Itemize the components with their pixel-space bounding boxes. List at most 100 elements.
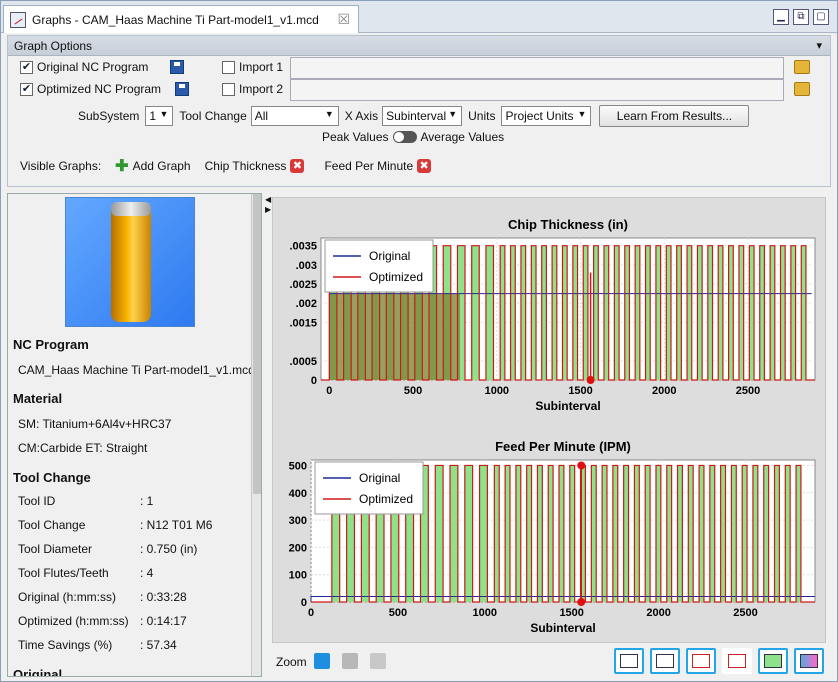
info-value: : 1 (140, 494, 154, 508)
optimized-fill-band (583, 245, 588, 380)
zoom-out-icon[interactable] (342, 653, 358, 669)
optimized-fill-band (591, 465, 597, 602)
collapse-left-icon[interactable]: ◀ (265, 195, 271, 204)
window-controls: ▁ ⧉ ▢ (773, 9, 829, 25)
add-graph-button[interactable]: Add Graph (133, 159, 191, 173)
info-key: Time Savings (%) (18, 638, 113, 652)
chevron-down-icon: ▼ (324, 109, 334, 119)
save-original-icon[interactable] (170, 60, 185, 74)
scrollbar-thumb[interactable] (253, 194, 261, 494)
xaxis-value: Subinterval (386, 109, 447, 123)
optimized-fill-band (645, 245, 651, 380)
optimized-fill-band (709, 465, 715, 602)
chevron-down-icon: ▼ (159, 109, 169, 119)
tool-info-panel: NC Program CAM_Haas Machine Ti Part-mode… (7, 193, 262, 677)
y-tick-label: 400 (289, 488, 307, 500)
y-tick-label: 0 (311, 375, 317, 387)
x-tick-label: 2000 (646, 607, 670, 619)
info-value: : 0:33:28 (140, 590, 187, 604)
import1-path-field[interactable] (290, 57, 784, 79)
graph-toolbar: Zoom (272, 645, 826, 679)
line-view-icon (728, 654, 746, 668)
legend-label: Original (369, 249, 410, 263)
legend-label: Optimized (359, 492, 413, 506)
optimized-fill-band (634, 465, 640, 602)
feed-per-minute-chart: Feed Per Minute (IPM) 0 100 200 300 400 500 0 50… (289, 439, 816, 635)
import1-checkbox[interactable] (222, 60, 235, 74)
optimized-fill-band (655, 465, 661, 602)
original-heading: Original (13, 667, 63, 677)
optimized-checkbox[interactable]: ✔ (20, 82, 33, 96)
x-tick-label: 0 (308, 607, 314, 619)
optimized-fill-band (531, 245, 537, 380)
optimized-fill-band (526, 465, 532, 602)
optimized-fill-band (785, 465, 791, 602)
visible-graph-feed-per-minute: Feed Per Minute (324, 159, 414, 173)
xaxis-select[interactable]: Subinterval ▼ (382, 106, 463, 126)
graph-options-header[interactable]: Graph Options ▾ (8, 36, 830, 56)
tool-image (65, 197, 195, 327)
chart-title: Chip Thickness (in) (508, 217, 628, 232)
optimized-fill-band (552, 245, 557, 380)
restore-icon[interactable]: ⧉ (793, 9, 809, 25)
y-tick-label: 0 (301, 597, 307, 609)
table-view-button[interactable] (650, 648, 680, 674)
optimized-fill-band (677, 465, 683, 602)
nc-view-button[interactable] (614, 648, 644, 674)
peak-average-row: Peak Values Average Values (322, 130, 504, 144)
import2-checkbox[interactable] (222, 82, 235, 96)
remove-feed-per-minute-icon[interactable]: ✖ (417, 159, 432, 173)
x-tick-label: 1000 (485, 385, 509, 397)
expand-right-icon[interactable]: ▶ (265, 205, 271, 214)
average-values-label: Average Values (420, 130, 505, 144)
panel-splitter[interactable]: ◀ ▶ (264, 193, 272, 677)
import1-label: Import 1 (239, 60, 284, 74)
optimized-fill-band (623, 465, 629, 602)
optimized-fill-band (707, 245, 713, 380)
chevron-down-icon[interactable]: ▾ (816, 36, 822, 56)
optimized-fill-band (435, 465, 444, 602)
optimized-fill-band (749, 245, 755, 380)
optimized-fill-band (770, 245, 775, 380)
info-row: Original (h:mm:ss) : 0:33:28 (8, 590, 248, 610)
optimized-fill-band (593, 245, 599, 380)
subsystem-value: 1 (149, 109, 157, 123)
add-graph-icon[interactable]: ✚ (115, 156, 128, 176)
minimize-icon[interactable]: ▁ (773, 9, 789, 25)
color-view-button[interactable] (794, 648, 824, 674)
y-tick-label: .0015 (289, 317, 317, 329)
maximize-icon[interactable]: ▢ (813, 9, 829, 25)
tool-change-select[interactable]: All ▼ (250, 106, 339, 126)
peak-average-toggle[interactable] (392, 131, 417, 143)
x-tick-label: 500 (404, 385, 422, 397)
xaxis-label: X Axis (344, 109, 379, 123)
learn-from-results-button[interactable]: Learn From Results... (599, 105, 750, 127)
folder-open-icon[interactable] (794, 82, 810, 96)
remove-chip-thickness-icon[interactable]: ✖ (290, 159, 305, 173)
area-view-icon (764, 654, 782, 668)
info-scrollbar[interactable] (251, 194, 261, 676)
area-view-button[interactable] (758, 648, 788, 674)
info-row: Time Savings (%) : 57.34 (8, 638, 248, 658)
optimized-fill-band (548, 465, 554, 602)
optimized-fill-band (666, 245, 671, 380)
folder-open-icon[interactable] (794, 60, 810, 74)
zoom-in-icon[interactable] (314, 653, 330, 669)
tab-close-icon[interactable]: ☒ (337, 11, 350, 28)
line-view-button[interactable] (722, 648, 752, 674)
document-tab[interactable]: Graphs - CAM_Haas Machine Ti Part-model1… (3, 5, 359, 33)
y-tick-label: .0025 (289, 279, 317, 291)
info-value: : 0.750 (in) (140, 542, 198, 556)
x-tick-label: 2500 (736, 385, 760, 397)
subsystem-select[interactable]: 1 ▼ (145, 106, 174, 126)
optimized-fill-band (624, 245, 630, 380)
marker-view-button[interactable] (686, 648, 716, 674)
zoom-fit-icon[interactable] (370, 653, 386, 669)
save-optimized-icon[interactable] (175, 82, 190, 96)
graph-document-icon (10, 11, 26, 28)
import2-path-field[interactable] (290, 79, 784, 101)
x-tick-label: 500 (389, 607, 407, 619)
units-select[interactable]: Project Units ▼ (501, 106, 592, 126)
original-checkbox[interactable]: ✔ (20, 60, 33, 74)
info-key: Tool Diameter (18, 542, 93, 556)
